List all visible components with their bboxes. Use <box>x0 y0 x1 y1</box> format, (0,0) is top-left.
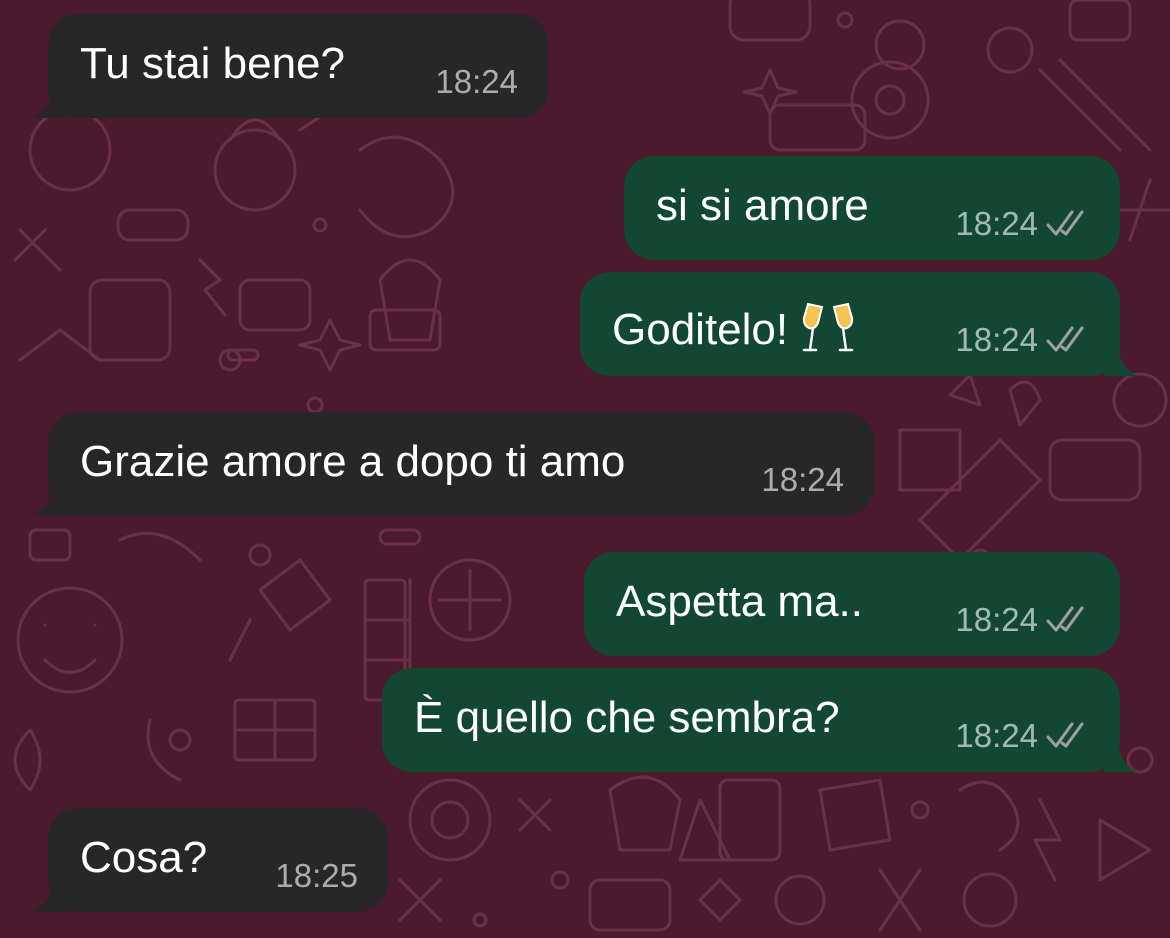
message-text: Aspetta ma.. <box>616 577 864 626</box>
bubble-tail <box>32 878 66 912</box>
outgoing-message[interactable]: si si amore 18:24 <box>624 156 1120 260</box>
bubble-tail <box>1104 738 1138 772</box>
message-text: Tu stai bene? <box>80 39 345 88</box>
read-double-check-icon <box>1046 326 1084 351</box>
message-time: 18:24 <box>435 63 518 100</box>
message-time: 18:24 <box>955 601 1038 638</box>
read-double-check-icon <box>1046 210 1084 235</box>
message-time: 18:24 <box>955 717 1038 754</box>
message-text: Grazie amore a dopo ti amo <box>80 437 626 486</box>
message-text: Goditelo! <box>612 300 854 356</box>
read-double-check-icon <box>1046 606 1084 631</box>
message-text-content: Goditelo! <box>612 305 789 354</box>
outgoing-message[interactable]: Aspetta ma.. 18:24 <box>584 552 1120 656</box>
message-meta: 18:24 <box>955 323 1092 356</box>
message-meta: 18:24 <box>955 603 1092 636</box>
bubble-tail <box>32 84 66 118</box>
message-time: 18:25 <box>275 857 358 894</box>
message-time: 18:24 <box>955 321 1038 358</box>
outgoing-message[interactable]: È quello che sembra? 18:24 <box>382 668 1138 772</box>
message-meta: 18:25 <box>275 859 358 892</box>
message-time: 18:24 <box>761 461 844 498</box>
message-meta: 18:24 <box>955 207 1092 240</box>
message-meta: 18:24 <box>955 719 1092 752</box>
read-double-check-icon <box>1046 722 1084 747</box>
incoming-message[interactable]: Tu stai bene? 18:24 <box>32 14 548 118</box>
message-text: si si amore <box>656 181 869 230</box>
clinking-glasses-icon <box>802 302 854 352</box>
message-meta: 18:24 <box>435 65 518 98</box>
incoming-message[interactable]: Grazie amore a dopo ti amo 18:24 <box>32 412 874 516</box>
message-time: 18:24 <box>955 205 1038 242</box>
outgoing-message[interactable]: Goditelo! 18:24 <box>580 272 1138 376</box>
bubble-tail <box>1104 342 1138 376</box>
message-meta: 18:24 <box>761 463 844 496</box>
incoming-message[interactable]: Cosa? 18:25 <box>32 808 388 912</box>
message-text: È quello che sembra? <box>414 693 840 742</box>
bubble-tail <box>32 482 66 516</box>
message-text: Cosa? <box>80 833 208 882</box>
